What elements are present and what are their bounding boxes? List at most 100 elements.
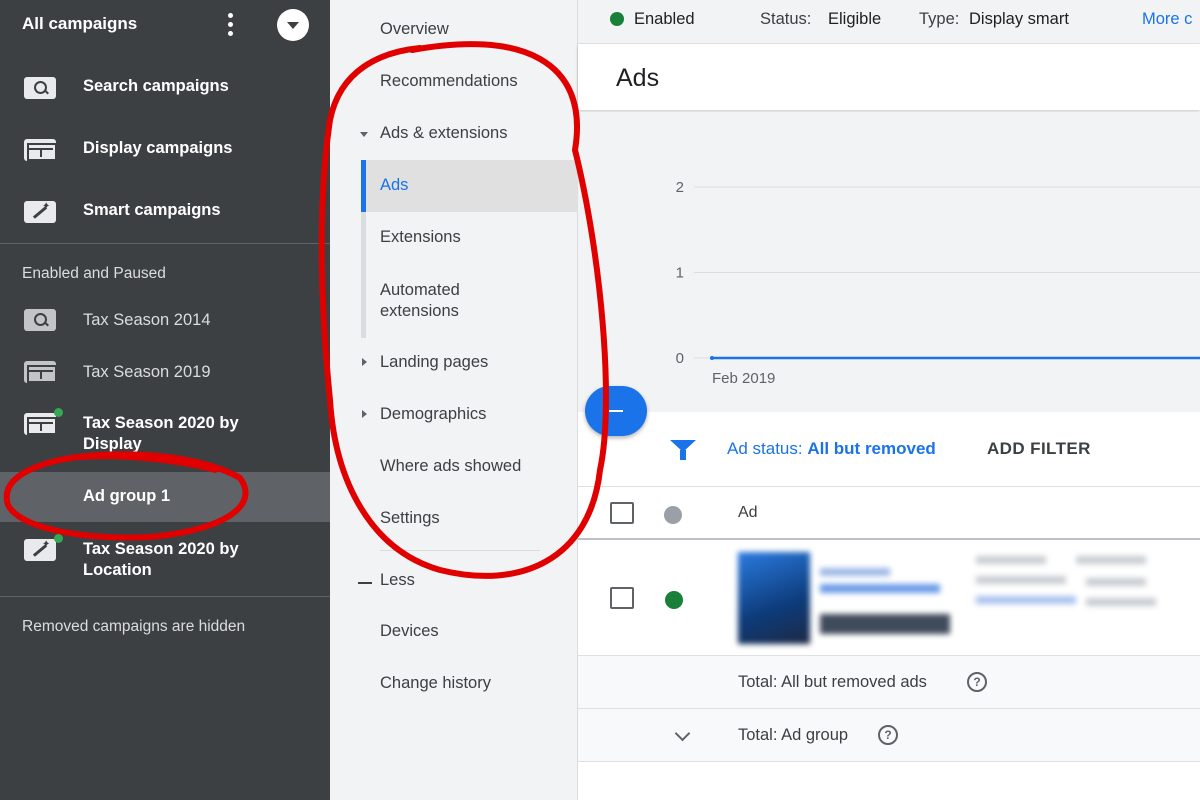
ad-group-label: Ad group 1	[83, 487, 171, 505]
page-navigation: Overview Recommendations Ads & extension…	[330, 0, 578, 800]
display-campaign-icon	[24, 139, 57, 161]
divider	[0, 596, 330, 597]
nav-item-settings[interactable]: Settings	[330, 509, 578, 533]
campaign-label: Tax Season 2020 by Display	[83, 414, 239, 453]
page-title-bar: Ads	[578, 44, 1200, 110]
display-campaign-icon	[24, 413, 57, 435]
select-all-checkbox[interactable]	[610, 502, 634, 524]
smart-campaign-icon	[24, 201, 56, 223]
campaign-tax-season-2020-location[interactable]: Tax Season 2020 by Location	[0, 526, 330, 579]
campaign-label: Tax Season 2019	[83, 363, 211, 381]
nav-label: Change history	[380, 674, 491, 692]
nav-item-overview[interactable]: Overview	[330, 20, 578, 44]
add-filter-button[interactable]: ADD FILTER	[987, 439, 1091, 459]
nav-label: Ads	[380, 176, 409, 194]
removed-campaigns-note: Removed campaigns are hidden	[22, 618, 246, 635]
status-column-icon[interactable]	[664, 506, 682, 524]
nav-item-extensions[interactable]: Extensions	[330, 228, 578, 252]
dropdown-icon[interactable]	[277, 9, 309, 41]
ad-preview-image[interactable]	[738, 552, 953, 644]
sidebar-item-label: Search campaigns	[83, 77, 229, 95]
sidebar-title[interactable]: All campaigns	[22, 14, 137, 34]
nav-label: Automated extensions	[380, 281, 460, 320]
divider	[0, 243, 330, 244]
campaign-ad-group-1[interactable]: Ad group 1	[0, 472, 330, 522]
status-label: Status:	[760, 10, 812, 28]
y-tick-label: 1	[676, 265, 684, 282]
enabled-status-dot[interactable]	[665, 591, 683, 609]
search-campaign-icon	[24, 77, 56, 99]
display-campaign-icon	[24, 361, 57, 383]
enabled-status-dot	[54, 534, 63, 543]
status-enabled[interactable]: Enabled	[634, 10, 695, 29]
expand-arrow-icon	[360, 132, 368, 137]
nav-label: Landing pages	[380, 353, 489, 371]
nav-item-ads-extensions[interactable]: Ads & extensions	[330, 124, 578, 148]
campaign-tax-season-2014[interactable]: Tax Season 2014	[0, 296, 330, 348]
table-row[interactable]	[578, 540, 1200, 656]
section-label: Enabled and Paused	[22, 265, 166, 282]
total-row-ad-group: Total: Ad group ?	[578, 709, 1200, 762]
nav-item-devices[interactable]: Devices	[330, 622, 578, 646]
ad-preview-text	[976, 554, 1166, 634]
type-value: Display smart	[969, 10, 1069, 28]
total-ads-label: Total: All but removed ads	[738, 673, 927, 691]
nav-label: Demographics	[380, 405, 487, 423]
more-details-link[interactable]: More c	[1142, 10, 1192, 29]
sidebar-item-search-campaigns[interactable]: Search campaigns	[0, 62, 330, 114]
filter-prefix: Ad status:	[727, 439, 803, 458]
nav-item-recommendations[interactable]: Recommendations	[330, 72, 578, 96]
total-ad-group-label: Total: Ad group	[738, 726, 849, 744]
nav-item-ads[interactable]: Ads	[330, 176, 578, 200]
y-tick-label: 0	[676, 350, 684, 367]
campaign-tax-season-2020-display[interactable]: Tax Season 2020 by Display	[0, 400, 330, 453]
total-row-ads: Total: All but removed ads ?	[578, 656, 1200, 709]
type-label: Type:	[919, 10, 960, 28]
nav-label: Ads & extensions	[380, 124, 508, 142]
column-header-ad[interactable]: Ad	[738, 504, 758, 522]
nav-label: Less	[380, 571, 415, 589]
row-checkbox[interactable]	[610, 587, 634, 609]
collapsed-arrow-icon	[362, 358, 367, 366]
nav-item-where-ads-showed[interactable]: Where ads showed	[330, 457, 578, 481]
nav-label: Devices	[380, 622, 439, 640]
sidebar-item-label: Smart campaigns	[83, 201, 221, 219]
table-header: Ad	[578, 486, 1200, 540]
nav-item-change-history[interactable]: Change history	[330, 674, 578, 698]
status-value: Eligible	[828, 10, 882, 28]
sidebar-item-smart-campaigns[interactable]: Smart campaigns	[0, 186, 330, 238]
nav-label: Overview	[380, 20, 449, 38]
sidebar-item-label: Display campaigns	[83, 139, 233, 157]
sidebar-item-display-campaigns[interactable]: Display campaigns	[0, 124, 330, 176]
x-tick-label: Feb 2019	[712, 370, 775, 387]
nav-item-less[interactable]: Less	[330, 571, 578, 595]
help-icon[interactable]: ?	[878, 725, 898, 745]
search-campaign-icon	[24, 309, 56, 331]
ad-status-filter-chip[interactable]: Ad status: All but removed	[727, 439, 936, 459]
chart-svg: 0 1 2 Feb 2019	[676, 179, 1200, 387]
campaign-status-bar: Enabled Status: Eligible Type: Display s…	[578, 0, 1200, 44]
help-icon[interactable]: ?	[967, 672, 987, 692]
performance-chart: 0 1 2 Feb 2019	[578, 112, 1200, 412]
add-ad-button[interactable]	[585, 386, 647, 436]
smart-campaign-icon	[24, 539, 56, 561]
more-options-icon[interactable]	[222, 12, 240, 38]
campaign-sidebar: All campaigns Search campaigns Display c…	[0, 0, 330, 800]
nav-label: Settings	[380, 509, 440, 527]
data-point[interactable]	[710, 356, 714, 360]
collapsed-arrow-icon	[362, 410, 367, 418]
sidebar-header: All campaigns	[0, 0, 330, 50]
nav-label: Where ads showed	[380, 457, 522, 475]
chevron-down-icon[interactable]	[674, 725, 691, 742]
nav-label: Recommendations	[380, 72, 518, 90]
nav-item-automated-extensions[interactable]: Automated extensions	[330, 280, 578, 324]
campaign-tax-season-2019[interactable]: Tax Season 2019	[0, 348, 330, 400]
enabled-status-dot	[54, 408, 63, 417]
nav-label: Extensions	[380, 228, 461, 246]
nav-item-demographics[interactable]: Demographics	[330, 405, 578, 429]
campaign-label: Tax Season 2014	[83, 311, 211, 329]
nav-item-landing-pages[interactable]: Landing pages	[330, 353, 578, 377]
nav-separator	[380, 550, 540, 551]
collapse-icon	[358, 582, 372, 584]
filter-icon[interactable]	[670, 440, 696, 460]
